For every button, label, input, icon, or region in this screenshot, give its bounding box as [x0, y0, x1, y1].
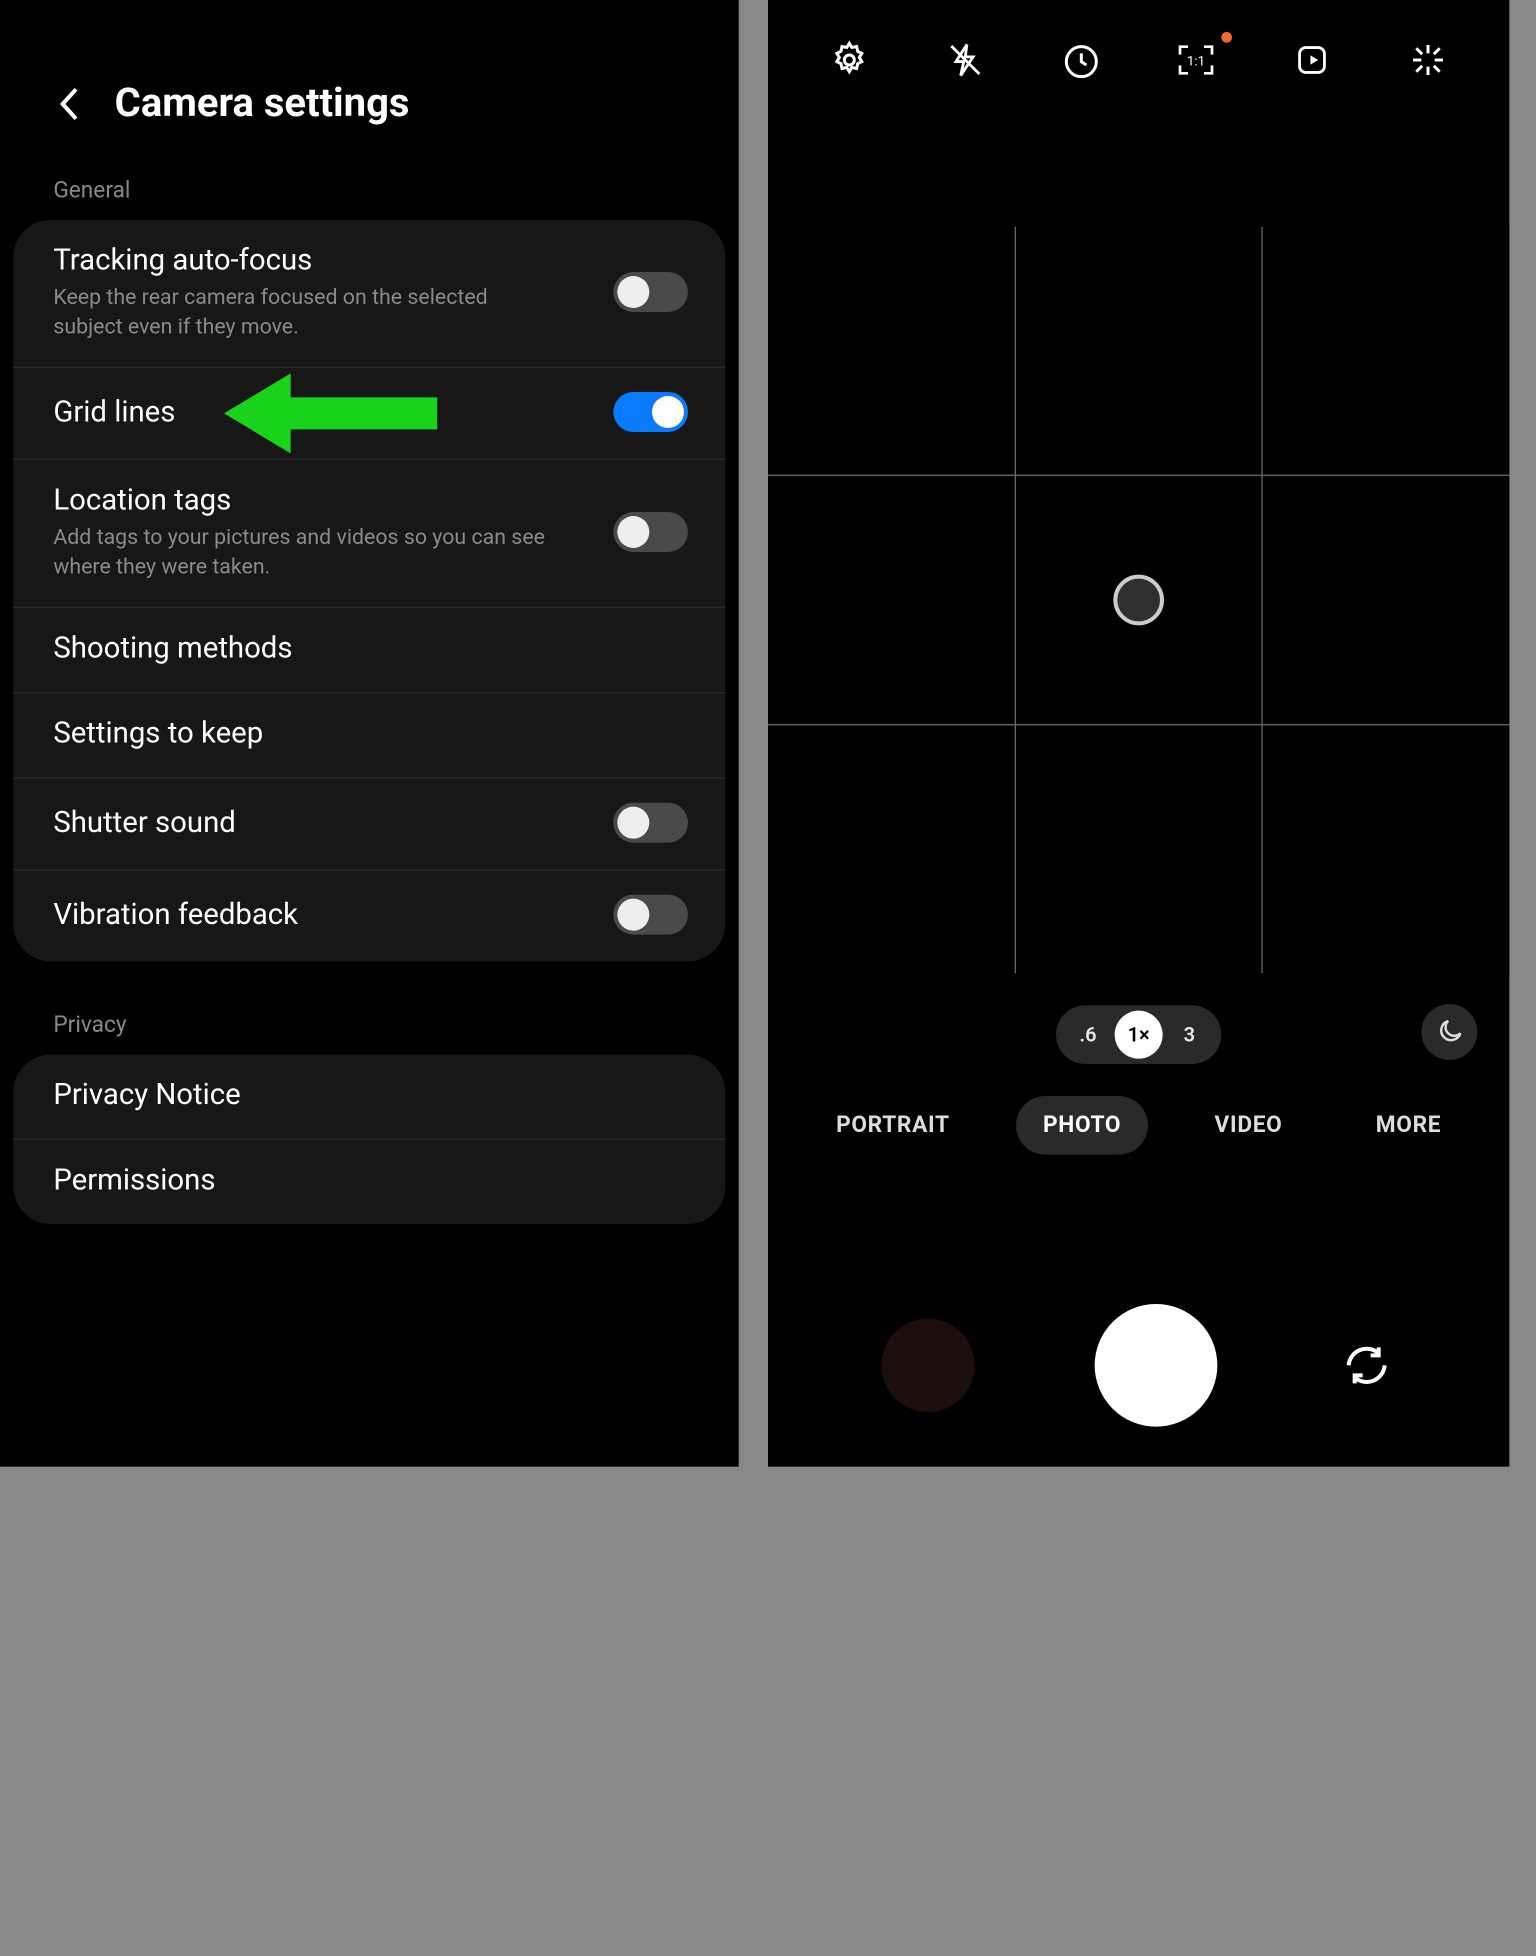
row-grid-lines[interactable]: Grid lines: [13, 368, 725, 460]
grid-toggle[interactable]: [613, 392, 688, 432]
shooting-label: Shooting methods: [53, 632, 661, 665]
flash-off-icon[interactable]: [942, 37, 987, 82]
back-button[interactable]: [53, 86, 88, 121]
location-sub: Add tags to your pictures and videos so …: [53, 518, 560, 581]
row-location-tags[interactable]: Location tags Add tags to your pictures …: [13, 460, 725, 608]
grid-line: [768, 475, 1509, 476]
camera-viewfinder[interactable]: [768, 227, 1509, 974]
shutter-label: Shutter sound: [53, 806, 586, 839]
svg-text:1:1: 1:1: [1187, 54, 1205, 69]
motion-photo-icon[interactable]: [1290, 37, 1335, 82]
focus-indicator-icon: [1113, 575, 1164, 626]
section-header-privacy: Privacy: [0, 962, 739, 1055]
row-privacy-notice[interactable]: Privacy Notice: [13, 1055, 725, 1140]
settings-icon[interactable]: [827, 37, 872, 82]
zoom-wide[interactable]: .6: [1061, 1011, 1114, 1059]
camera-screen: 1:1 .6 1× 3 PORTRAIT P: [768, 0, 1509, 1467]
permissions-label: Permissions: [53, 1164, 661, 1197]
annotation-arrow-icon: [224, 371, 437, 456]
zoom-selector[interactable]: .6 1× 3: [1056, 1005, 1221, 1064]
mode-selector[interactable]: PORTRAIT PHOTO VIDEO MORE: [768, 1096, 1509, 1155]
camera-top-toolbar: 1:1: [768, 0, 1509, 83]
mode-more[interactable]: MORE: [1349, 1096, 1468, 1155]
location-toggle[interactable]: [613, 512, 688, 552]
panel-divider: [739, 0, 768, 1956]
mode-portrait[interactable]: PORTRAIT: [809, 1096, 976, 1155]
tracking-label: Tracking auto-focus: [53, 244, 586, 277]
settings-screen: Camera settings General Tracking auto-fo…: [0, 0, 739, 1467]
aspect-ratio-icon[interactable]: 1:1: [1174, 37, 1219, 82]
row-tracking-autofocus[interactable]: Tracking auto-focus Keep the rear camera…: [13, 220, 725, 368]
zoom-1x[interactable]: 1×: [1115, 1011, 1163, 1059]
privacy-notice-label: Privacy Notice: [53, 1079, 661, 1112]
tracking-sub: Keep the rear camera focused on the sele…: [53, 277, 560, 340]
mode-photo[interactable]: PHOTO: [1016, 1096, 1148, 1155]
mode-video[interactable]: VIDEO: [1188, 1096, 1309, 1155]
grid-line: [1262, 227, 1263, 974]
night-mode-button[interactable]: [1421, 1004, 1477, 1060]
row-settings-to-keep[interactable]: Settings to keep: [13, 694, 725, 779]
shutter-button[interactable]: [1095, 1304, 1218, 1427]
privacy-card: Privacy Notice Permissions: [13, 1055, 725, 1224]
filters-icon[interactable]: [1405, 37, 1450, 82]
page-title: Camera settings: [115, 80, 410, 127]
section-header-general: General: [0, 127, 739, 220]
row-permissions[interactable]: Permissions: [13, 1140, 725, 1224]
row-shutter-sound[interactable]: Shutter sound: [13, 779, 725, 871]
zoom-tele[interactable]: 3: [1163, 1011, 1216, 1059]
general-card: Tracking auto-focus Keep the rear camera…: [13, 220, 725, 962]
grid-line: [768, 724, 1509, 725]
vibration-toggle[interactable]: [613, 895, 688, 935]
notification-dot-icon: [1222, 32, 1233, 43]
location-label: Location tags: [53, 484, 586, 517]
keep-label: Settings to keep: [53, 718, 661, 751]
tracking-toggle[interactable]: [613, 272, 688, 312]
vibration-label: Vibration feedback: [53, 898, 586, 931]
row-vibration-feedback[interactable]: Vibration feedback: [13, 871, 725, 962]
switch-camera-button[interactable]: [1337, 1336, 1396, 1395]
row-shooting-methods[interactable]: Shooting methods: [13, 608, 725, 693]
shutter-toggle[interactable]: [613, 803, 688, 843]
timer-icon[interactable]: [1058, 37, 1103, 82]
gallery-thumbnail[interactable]: [881, 1319, 974, 1412]
grid-line: [1015, 227, 1016, 974]
